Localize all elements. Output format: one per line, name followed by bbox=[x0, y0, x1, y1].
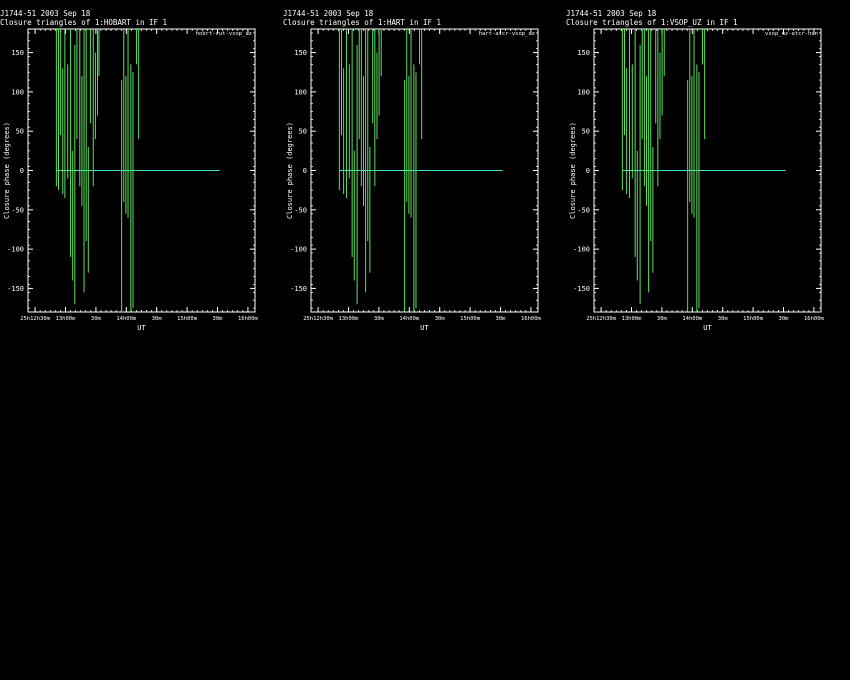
y-tick-label: -50 bbox=[11, 206, 24, 214]
y-tick-label: 100 bbox=[577, 88, 590, 96]
x-tick-label: 30m bbox=[213, 316, 224, 322]
x-tick-label: 30m bbox=[374, 316, 385, 322]
y-tick-label: -100 bbox=[7, 246, 24, 254]
y-tick-label: 50 bbox=[16, 128, 24, 136]
y-tick-label: -150 bbox=[290, 285, 307, 293]
x-tick-label: 25h12h30m bbox=[303, 316, 333, 322]
x-tick-label: 15h00m bbox=[743, 316, 764, 322]
x-tick-label: 30m bbox=[152, 316, 163, 322]
closure-phase-panel-2: J1744-51 2003 Sep 18 Closure triangles o… bbox=[283, 0, 566, 340]
closure-phase-chart-2: 150 100 50 0 -50 -100 -150 25h12h30m 13h00m 30m 14… bbox=[286, 28, 542, 332]
x-tick-label: 30m bbox=[496, 316, 507, 322]
x-tick-label: 14h00m bbox=[682, 316, 703, 322]
closure-phase-chart-1: 150 100 50 0 -50 -100 -150 25h12h30m 13h00m 30m 14… bbox=[3, 28, 259, 332]
y-tick-label: 150 bbox=[577, 49, 590, 57]
x-tick-label: 13h00m bbox=[56, 316, 77, 322]
x-tick-label: 13h00m bbox=[622, 316, 643, 322]
x-tick-label: 13h00m bbox=[339, 316, 360, 322]
closure-phase-chart-3: 150 100 50 0 -50 -100 -150 25h12h30m 13h00m 30m 14… bbox=[569, 28, 825, 332]
closure-phase-panel-3: J1744-51 2003 Sep 18 Closure triangles o… bbox=[566, 0, 849, 340]
y-tick-label: -50 bbox=[294, 206, 307, 214]
x-axis-label: UT bbox=[703, 324, 712, 332]
closure-phase-panel-1: J1744-51 2003 Sep 18 Closure triangles o… bbox=[0, 0, 283, 340]
x-tick-label: 16h00m bbox=[238, 316, 259, 322]
x-axis-label: UT bbox=[137, 324, 146, 332]
triangle-label: hobrt-rut-vsop_uz bbox=[196, 31, 252, 37]
y-tick-label: 0 bbox=[303, 167, 307, 175]
y-tick-label: 0 bbox=[586, 167, 590, 175]
x-tick-label: 25h12h30m bbox=[20, 316, 50, 322]
x-tick-label: 15h00m bbox=[177, 316, 198, 322]
x-tick-label: 30m bbox=[657, 316, 668, 322]
y-tick-label: 100 bbox=[11, 88, 24, 96]
y-tick-label: 150 bbox=[294, 49, 307, 57]
y-tick-label: -150 bbox=[573, 285, 590, 293]
x-tick-label: 30m bbox=[435, 316, 446, 322]
y-axis-label: Closure phase (degrees) bbox=[569, 122, 577, 219]
y-tick-label: 0 bbox=[20, 167, 24, 175]
x-tick-label: 16h00m bbox=[521, 316, 542, 322]
y-tick-label: -100 bbox=[573, 246, 590, 254]
y-tick-label: 50 bbox=[582, 128, 590, 136]
triangle-label: vsop_uz-atcr-hun bbox=[765, 31, 818, 37]
x-tick-label: 30m bbox=[718, 316, 729, 322]
y-tick-label: 50 bbox=[299, 128, 307, 136]
triangle-label: hart-atcr-vsop_uz bbox=[479, 31, 535, 37]
y-tick-label: 150 bbox=[11, 49, 24, 57]
x-tick-label: 30m bbox=[91, 316, 102, 322]
y-tick-label: -150 bbox=[7, 285, 24, 293]
y-axis-label: Closure phase (degrees) bbox=[3, 122, 11, 219]
x-tick-label: 30m bbox=[779, 316, 790, 322]
y-axis-label: Closure phase (degrees) bbox=[286, 122, 294, 219]
y-tick-label: -50 bbox=[577, 206, 590, 214]
x-axis-label: UT bbox=[420, 324, 429, 332]
x-tick-label: 14h00m bbox=[116, 316, 137, 322]
x-tick-label: 15h00m bbox=[460, 316, 481, 322]
y-tick-label: 100 bbox=[294, 88, 307, 96]
x-tick-label: 25h12h30m bbox=[586, 316, 616, 322]
x-tick-label: 16h00m bbox=[804, 316, 825, 322]
y-tick-label: -100 bbox=[290, 246, 307, 254]
x-tick-label: 14h00m bbox=[399, 316, 420, 322]
